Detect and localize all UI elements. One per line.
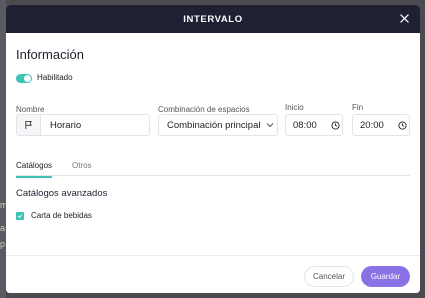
name-flag-button[interactable] bbox=[17, 115, 41, 135]
background-text: p bbox=[0, 239, 6, 249]
name-field[interactable]: Horario bbox=[16, 114, 150, 136]
combination-select-value: Combinación principal bbox=[167, 119, 261, 131]
close-icon bbox=[400, 14, 409, 23]
check-icon bbox=[17, 214, 23, 219]
section-title: Información bbox=[16, 47, 84, 62]
background-text: a bbox=[0, 223, 6, 233]
start-label: Inicio bbox=[285, 103, 304, 112]
end-time-input[interactable]: 20:00 bbox=[352, 114, 410, 136]
start-time-value: 08:00 bbox=[293, 119, 317, 131]
chevron-down-icon bbox=[263, 122, 277, 128]
cancel-button[interactable]: Cancelar bbox=[304, 266, 354, 287]
tab-catalogos[interactable]: Catálogos bbox=[16, 161, 53, 178]
name-input-value[interactable]: Horario bbox=[41, 120, 81, 131]
start-time-input[interactable]: 08:00 bbox=[285, 114, 343, 136]
modal-header: INTERVALO bbox=[6, 5, 420, 33]
combination-select[interactable]: Combinación principal bbox=[158, 114, 278, 136]
name-label: Nombre bbox=[16, 105, 45, 114]
modal-title: INTERVALO bbox=[183, 13, 243, 25]
catalog-checkbox[interactable] bbox=[16, 212, 24, 220]
modal-footer: Cancelar Guardar bbox=[6, 255, 420, 293]
clock-icon[interactable] bbox=[328, 120, 342, 130]
close-button[interactable] bbox=[398, 12, 411, 25]
tab-otros[interactable]: Otros bbox=[72, 161, 92, 176]
enabled-label: Habilitado bbox=[37, 73, 73, 82]
end-label: Fin bbox=[352, 103, 364, 112]
toggle-knob bbox=[24, 75, 31, 82]
end-time-value: 20:00 bbox=[360, 119, 384, 131]
flag-icon bbox=[25, 120, 32, 130]
save-button[interactable]: Guardar bbox=[361, 266, 410, 287]
tab-bar: Catálogos Otros bbox=[16, 161, 410, 178]
combination-label: Combinación de espacios bbox=[158, 105, 250, 114]
enabled-toggle[interactable] bbox=[16, 74, 32, 83]
catalogs-title: Catálogos avanzados bbox=[16, 188, 108, 199]
interval-modal: INTERVALO Información Habilitado Nombre … bbox=[6, 5, 420, 293]
clock-icon[interactable] bbox=[395, 120, 409, 130]
catalog-item-label: Carta de bebidas bbox=[31, 211, 92, 220]
